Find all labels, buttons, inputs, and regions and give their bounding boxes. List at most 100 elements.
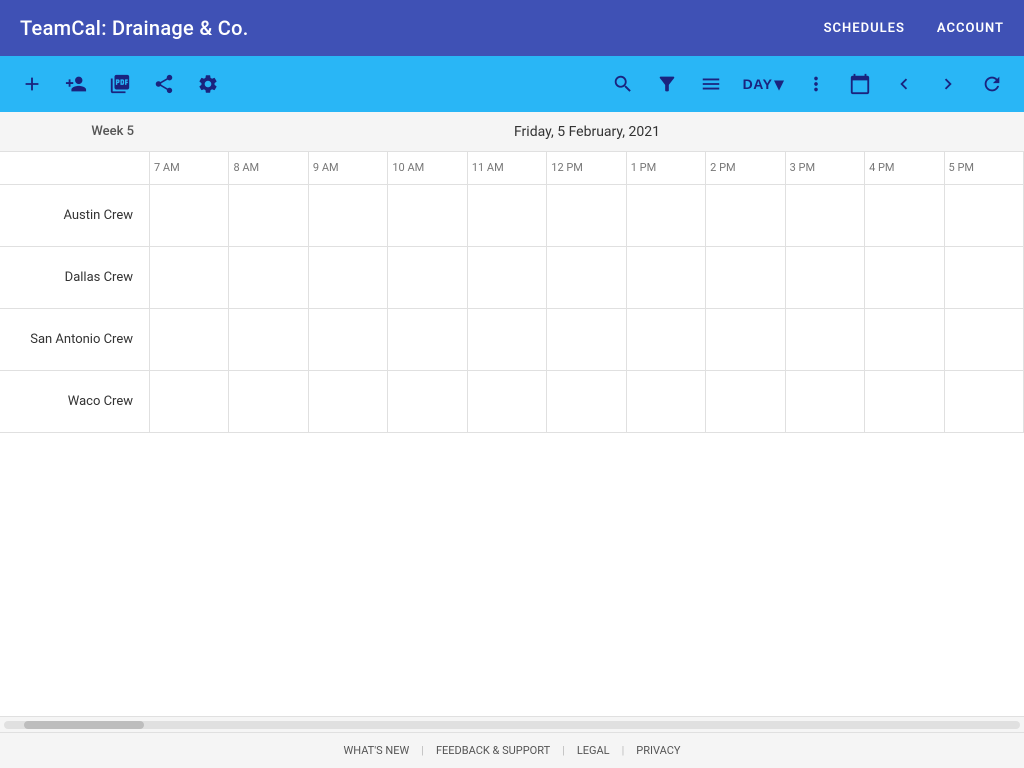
main-content: 7 AM 8 AM 9 AM 10 AM 11 AM 12 PM 1 PM 2 …: [0, 152, 1024, 732]
slot-sanantonio-3[interactable]: [786, 309, 865, 370]
more-options-button[interactable]: [796, 64, 836, 104]
slot-waco-3[interactable]: [786, 371, 865, 432]
table-row: San Antonio Crew: [0, 309, 1024, 371]
slot-dallas-8[interactable]: [229, 247, 308, 308]
slot-dallas-2[interactable]: [706, 247, 785, 308]
slot-sanantonio-1[interactable]: [627, 309, 706, 370]
slot-austin-5[interactable]: [945, 185, 1024, 246]
feedback-link[interactable]: FEEDBACK & SUPPORT: [436, 744, 550, 757]
account-link[interactable]: ACCOUNT: [937, 21, 1004, 36]
slot-austin-8[interactable]: [229, 185, 308, 246]
slot-austin-7[interactable]: [150, 185, 229, 246]
scrollbar-track[interactable]: [4, 721, 1020, 729]
slot-dallas-11[interactable]: [468, 247, 547, 308]
table-row: Austin Crew: [0, 185, 1024, 247]
slot-waco-2[interactable]: [706, 371, 785, 432]
time-8am: 8 AM: [229, 152, 308, 184]
crew-label-austin: Austin Crew: [0, 185, 150, 246]
slot-sanantonio-9[interactable]: [309, 309, 388, 370]
next-button[interactable]: [928, 64, 968, 104]
slot-dallas-10[interactable]: [388, 247, 467, 308]
slot-sanantonio-8[interactable]: [229, 309, 308, 370]
table-row: Waco Crew: [0, 371, 1024, 433]
app-title: TeamCal: Drainage & Co.: [20, 16, 249, 40]
slot-dallas-9[interactable]: [309, 247, 388, 308]
slot-dallas-1[interactable]: [627, 247, 706, 308]
time-10am: 10 AM: [388, 152, 467, 184]
slot-austin-4[interactable]: [865, 185, 944, 246]
time-12pm: 12 PM: [547, 152, 626, 184]
time-7am: 7 AM: [150, 152, 229, 184]
slot-dallas-4[interactable]: [865, 247, 944, 308]
time-1pm: 1 PM: [627, 152, 706, 184]
slot-sanantonio-5[interactable]: [945, 309, 1024, 370]
table-row: Dallas Crew: [0, 247, 1024, 309]
slot-dallas-3[interactable]: [786, 247, 865, 308]
top-nav: TeamCal: Drainage & Co. SCHEDULES ACCOUN…: [0, 0, 1024, 56]
legal-link[interactable]: LEGAL: [577, 744, 610, 757]
scrollbar-area: [0, 716, 1024, 732]
slot-waco-5[interactable]: [945, 371, 1024, 432]
sep2: |: [562, 744, 565, 757]
slot-austin-12[interactable]: [547, 185, 626, 246]
day-view-dropdown[interactable]: DAY ▾: [735, 68, 792, 101]
settings-button[interactable]: [188, 64, 228, 104]
slot-sanantonio-10[interactable]: [388, 309, 467, 370]
slot-waco-9[interactable]: [309, 371, 388, 432]
slot-sanantonio-2[interactable]: [706, 309, 785, 370]
slot-waco-8[interactable]: [229, 371, 308, 432]
refresh-button[interactable]: [972, 64, 1012, 104]
whats-new-link[interactable]: WHAT'S NEW: [343, 744, 409, 757]
toolbar: DAY ▾: [0, 56, 1024, 112]
share-button[interactable]: [144, 64, 184, 104]
header-spacer: [0, 152, 150, 184]
nav-links: SCHEDULES ACCOUNT: [824, 21, 1004, 36]
crew-label-dallas: Dallas Crew: [0, 247, 150, 308]
slot-sanantonio-4[interactable]: [865, 309, 944, 370]
slot-sanantonio-11[interactable]: [468, 309, 547, 370]
empty-space: [0, 433, 1024, 716]
footer: WHAT'S NEW | FEEDBACK & SUPPORT | LEGAL …: [0, 732, 1024, 768]
add-button[interactable]: [12, 64, 52, 104]
slot-austin-11[interactable]: [468, 185, 547, 246]
crew-label-waco: Waco Crew: [0, 371, 150, 432]
slot-waco-4[interactable]: [865, 371, 944, 432]
day-label: DAY: [743, 76, 773, 92]
privacy-link[interactable]: PRIVACY: [636, 744, 680, 757]
crew-label-san-antonio: San Antonio Crew: [0, 309, 150, 370]
prev-button[interactable]: [884, 64, 924, 104]
slot-waco-7[interactable]: [150, 371, 229, 432]
time-5pm: 5 PM: [945, 152, 1024, 184]
slot-austin-10[interactable]: [388, 185, 467, 246]
slot-dallas-12[interactable]: [547, 247, 626, 308]
slot-waco-12[interactable]: [547, 371, 626, 432]
search-button[interactable]: [603, 64, 643, 104]
pdf-button[interactable]: [100, 64, 140, 104]
slot-austin-1[interactable]: [627, 185, 706, 246]
add-person-button[interactable]: [56, 64, 96, 104]
week-label: Week 5: [0, 124, 150, 139]
filter-button[interactable]: [647, 64, 687, 104]
date-label: Friday, 5 February, 2021: [150, 124, 1024, 140]
slot-waco-11[interactable]: [468, 371, 547, 432]
slot-waco-1[interactable]: [627, 371, 706, 432]
time-2pm: 2 PM: [706, 152, 785, 184]
sep1: |: [421, 744, 424, 757]
sep3: |: [622, 744, 625, 757]
slot-dallas-7[interactable]: [150, 247, 229, 308]
slot-sanantonio-12[interactable]: [547, 309, 626, 370]
schedules-link[interactable]: SCHEDULES: [824, 21, 905, 36]
slot-austin-2[interactable]: [706, 185, 785, 246]
slot-austin-9[interactable]: [309, 185, 388, 246]
time-header: 7 AM 8 AM 9 AM 10 AM 11 AM 12 PM 1 PM 2 …: [0, 152, 1024, 185]
date-bar: Week 5 Friday, 5 February, 2021: [0, 112, 1024, 152]
slot-waco-10[interactable]: [388, 371, 467, 432]
scrollbar-thumb[interactable]: [24, 721, 144, 729]
slot-dallas-5[interactable]: [945, 247, 1024, 308]
adjust-button[interactable]: [691, 64, 731, 104]
time-11am: 11 AM: [468, 152, 547, 184]
slot-austin-3[interactable]: [786, 185, 865, 246]
calendar-picker-button[interactable]: [840, 64, 880, 104]
toolbar-right: DAY ▾: [603, 64, 1012, 104]
slot-sanantonio-7[interactable]: [150, 309, 229, 370]
